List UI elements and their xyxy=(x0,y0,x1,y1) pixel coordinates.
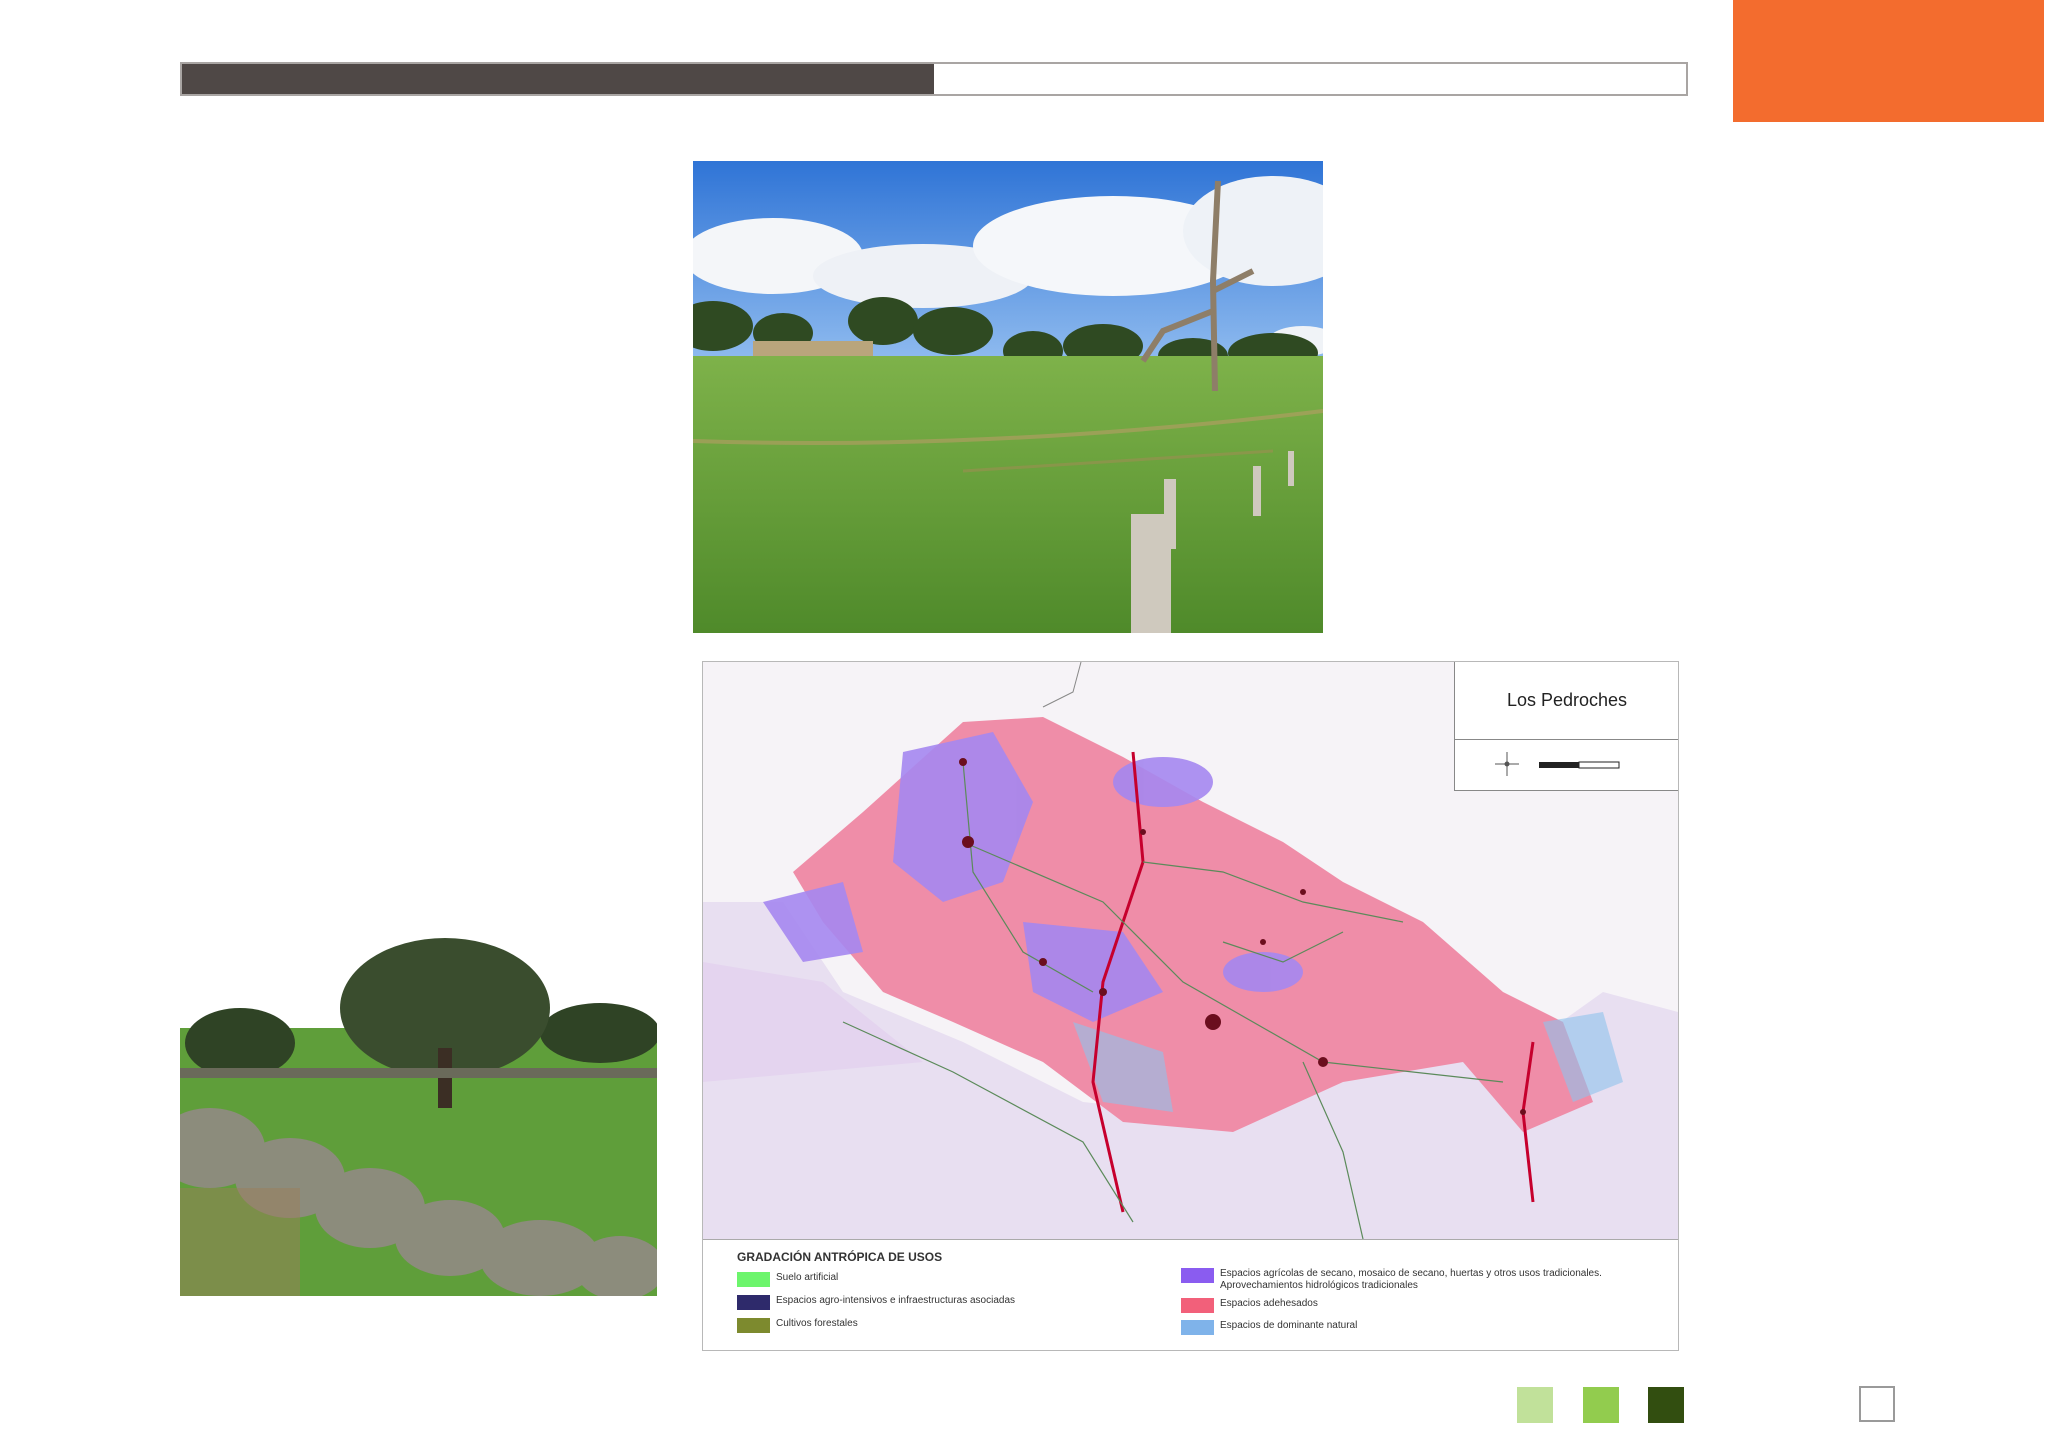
dark-green-square xyxy=(1648,1387,1684,1423)
legend-item-dominante-natural: Espacios de dominante natural xyxy=(1181,1320,1357,1335)
legend-label: Espacios de dominante natural xyxy=(1220,1320,1358,1331)
legend-label-line2: Aprovechamientos hidrológicos tradiciona… xyxy=(1220,1280,1418,1291)
header-bar xyxy=(180,62,1688,96)
legend-title: GRADACIÓN ANTRÓPICA DE USOS xyxy=(737,1250,943,1264)
legend-item-cultivos-forestales: Cultivos forestales xyxy=(737,1318,858,1333)
legend-item-secano: Espacios agrícolas de secano, mosaico de… xyxy=(1181,1268,1602,1292)
dehesa-landscape-photo xyxy=(693,161,1323,633)
legend-label: Espacios agro-intensivos e infraestructu… xyxy=(776,1295,1016,1306)
legend-item-agro-intensivos: Espacios agro-intensivos e infraestructu… xyxy=(737,1295,1015,1310)
legend-swatch xyxy=(1181,1298,1214,1313)
legend-swatch xyxy=(737,1295,770,1310)
compass-and-scale xyxy=(1495,752,1620,776)
header-bar-fill xyxy=(182,64,934,94)
legend-label: Suelo artificial xyxy=(776,1272,839,1283)
legend-swatch xyxy=(737,1272,770,1287)
legend-label: Espacios agrícolas de secano, mosaico de… xyxy=(1220,1268,1602,1279)
light-green-square xyxy=(1517,1387,1553,1423)
legend-item-suelo-artificial: Suelo artificial xyxy=(737,1272,838,1287)
green-square xyxy=(1583,1387,1619,1423)
legend-label: Cultivos forestales xyxy=(776,1318,858,1329)
legend-item-adehesados: Espacios adehesados xyxy=(1181,1298,1318,1313)
scale-bar-icon xyxy=(1539,761,1620,769)
legend-label: Espacios adehesados xyxy=(1220,1298,1318,1309)
legend-swatch xyxy=(737,1318,770,1333)
dehesa-landscape-image xyxy=(693,161,1323,633)
empty-square xyxy=(1859,1386,1895,1422)
land-use-map-figure: Los Pedroches GRADACIÓN ANTRÓPICA DE USO… xyxy=(702,661,1679,1351)
holm-oak-image xyxy=(180,938,657,1296)
map-scale-area xyxy=(1455,740,1678,790)
legend-swatch xyxy=(1181,1268,1214,1283)
map-title-box: Los Pedroches xyxy=(1454,662,1678,791)
orange-corner-tab xyxy=(1733,0,2044,122)
holm-oak-photo xyxy=(180,938,657,1296)
compass-rose-icon xyxy=(1495,752,1519,776)
map-title: Los Pedroches xyxy=(1455,662,1678,740)
legend-swatch xyxy=(1181,1320,1214,1335)
map-legend: GRADACIÓN ANTRÓPICA DE USOS Suelo artifi… xyxy=(703,1239,1678,1350)
